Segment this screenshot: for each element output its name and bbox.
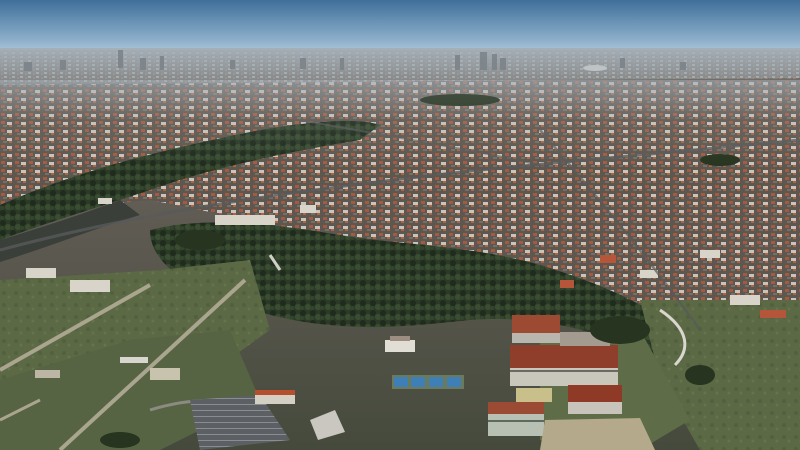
sky xyxy=(0,0,800,55)
tennis-courts xyxy=(392,375,464,389)
sand-field xyxy=(540,418,655,450)
villa xyxy=(385,340,415,352)
white-shed xyxy=(120,357,148,363)
flight-sim-viewport[interactable] xyxy=(0,0,800,450)
aerial-city-scene xyxy=(0,0,800,450)
